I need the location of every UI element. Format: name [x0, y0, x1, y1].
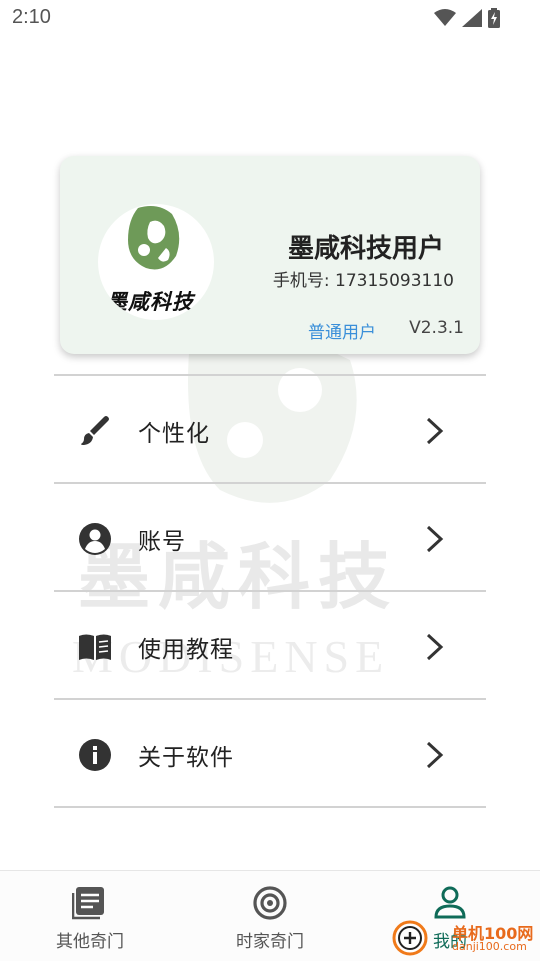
avatar-caption: 墨咸科技: [106, 289, 194, 314]
menu-item-label: 使用教程: [138, 637, 234, 663]
menu-item-label: 关于软件: [138, 745, 234, 771]
chevron-right-icon: [426, 525, 444, 553]
plus-circle-icon: [392, 920, 428, 956]
chevron-right-icon: [426, 741, 444, 769]
article-icon: [72, 887, 104, 920]
nav-label: 其他奇门: [56, 932, 124, 952]
settings-menu: 个性化 账号 使用教程 关于软件: [54, 374, 486, 808]
status-bar: 2:10: [0, 0, 540, 36]
nav-tab-other-qimen[interactable]: 其他奇门: [0, 871, 180, 961]
menu-item-tutorial[interactable]: 使用教程: [54, 592, 486, 700]
chevron-right-icon: [426, 417, 444, 445]
menu-item-label: 账号: [138, 529, 186, 555]
user-name: 墨咸科技用户: [287, 234, 444, 264]
menu-item-about[interactable]: 关于软件: [54, 700, 486, 808]
profile-card[interactable]: 墨咸科技 墨咸科技用户 手机号: 17315093110 普通用户 V2.3.1: [60, 156, 480, 354]
battery-icon: [488, 8, 500, 28]
chevron-right-icon: [426, 633, 444, 661]
menu-item-personalization[interactable]: 个性化: [54, 376, 486, 484]
nav-label: 时家奇门: [236, 932, 304, 952]
app-version: V2.3.1: [409, 318, 464, 338]
menu-item-label: 个性化: [138, 421, 210, 447]
info-icon: [79, 739, 111, 771]
site-watermark-logo: 单机100网 danji100.com: [392, 912, 540, 960]
user-phone: 手机号: 17315093110: [272, 271, 454, 291]
avatar[interactable]: 墨咸科技: [98, 204, 214, 320]
site-watermark-url: danji100.com: [452, 940, 527, 953]
account-circle-icon: [79, 523, 111, 555]
user-type-link[interactable]: 普通用户: [308, 318, 376, 343]
status-time: 2:10: [12, 6, 51, 28]
wifi-icon: [434, 9, 456, 26]
brush-icon: [81, 416, 109, 445]
status-icons: [434, 8, 500, 28]
menu-item-account[interactable]: 账号: [54, 484, 486, 592]
nav-tab-shijia-qimen[interactable]: 时家奇门: [180, 871, 360, 961]
target-icon: [253, 886, 287, 920]
book-icon: [79, 634, 111, 660]
cell-signal-icon: [462, 9, 482, 27]
